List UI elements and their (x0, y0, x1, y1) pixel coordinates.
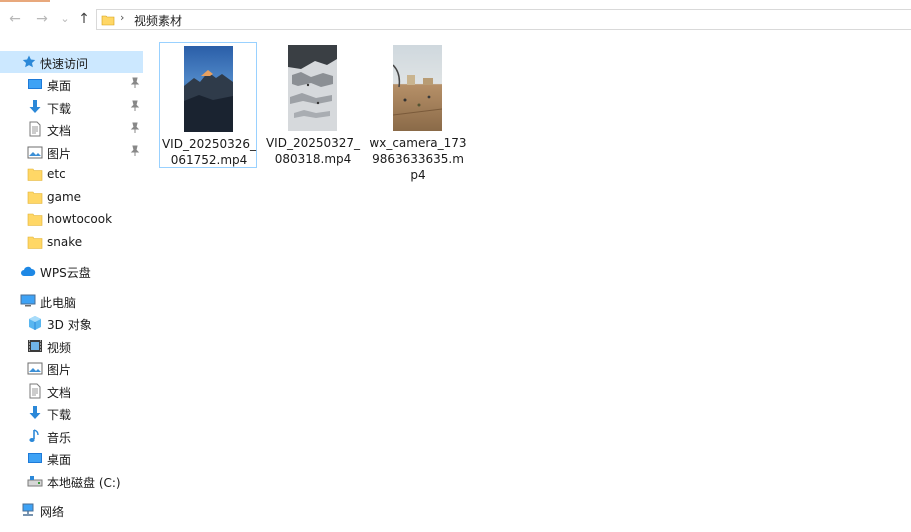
sidebar-item-this-pc[interactable]: 此电脑 (0, 290, 143, 312)
back-button[interactable]: ← (6, 10, 24, 28)
file-name-label: wx_camera_1739863633635.mp4 (369, 136, 467, 182)
sidebar-item-pc-documents[interactable]: 文档 (0, 380, 143, 402)
sidebar-item-local-disk-c[interactable]: 本地磁盘 (C:) (0, 470, 143, 492)
file-list-view: VID_20250326_061752.mp4 VID_20250327_080… (150, 36, 911, 532)
folder-icon (27, 211, 43, 227)
breadcrumb-current-folder[interactable]: 视频素材 (134, 12, 182, 29)
music-note-icon (27, 428, 43, 444)
pin-icon[interactable] (129, 122, 141, 134)
video-film-icon (27, 338, 43, 354)
sidebar-item-label: 音乐 (47, 431, 72, 445)
download-arrow-icon (27, 99, 43, 115)
sidebar-item-label: 视频 (47, 341, 72, 355)
file-tile-wx-camera[interactable]: wx_camera_1739863633635.mp4 (369, 42, 467, 182)
download-arrow-icon (27, 405, 43, 421)
folder-icon (27, 166, 43, 182)
sidebar-item-label: 快速访问 (40, 57, 89, 71)
sidebar-item-etc[interactable]: etc (0, 163, 143, 185)
file-tile-vid-20250326[interactable]: VID_20250326_061752.mp4 (159, 42, 257, 168)
document-icon (27, 121, 43, 137)
sidebar-item-label: 图片 (47, 147, 72, 161)
sidebar-item-label: 本地磁盘 (C:) (47, 476, 121, 490)
video-thumbnail (184, 46, 233, 132)
cloud-icon (20, 263, 36, 279)
sidebar-item-wps-cloud[interactable]: WPS云盘 (0, 260, 143, 282)
sidebar-item-game[interactable]: game (0, 186, 143, 208)
sidebar-item-label: 文档 (47, 386, 72, 400)
sidebar-item-snake[interactable]: snake (0, 231, 143, 253)
sidebar-item-network[interactable]: 网络 (0, 499, 143, 521)
sidebar-item-videos[interactable]: 视频 (0, 335, 143, 357)
file-name-label: VID_20250326_061752.mp4 (161, 137, 257, 167)
file-name-label: VID_20250327_080318.mp4 (265, 136, 361, 166)
desktop-icon (27, 76, 43, 92)
file-tile-vid-20250327[interactable]: VID_20250327_080318.mp4 (264, 42, 362, 168)
document-icon (27, 383, 43, 399)
picture-icon (27, 360, 43, 376)
sidebar-item-label: 图片 (47, 363, 72, 377)
sidebar-item-label: 网络 (40, 505, 65, 519)
video-thumbnail (288, 45, 337, 131)
pin-icon[interactable] (129, 77, 141, 89)
sidebar-item-label: howtocook (47, 212, 113, 226)
sidebar-item-label: etc (47, 167, 66, 181)
computer-icon (20, 293, 36, 309)
sidebar-item-label: game (47, 190, 82, 204)
sidebar-item-label: WPS云盘 (40, 266, 91, 280)
sidebar-item-pc-pictures[interactable]: 图片 (0, 357, 143, 379)
video-thumbnail (393, 45, 442, 131)
sidebar-item-label: 此电脑 (40, 296, 77, 310)
sidebar-item-downloads[interactable]: 下载 (0, 96, 143, 118)
sidebar-item-label: 下载 (47, 408, 72, 422)
cube-3d-icon (27, 315, 43, 331)
navigation-pane: 快速访问 桌面 下载 文档 图片 etc game howtocook snak… (0, 44, 150, 532)
sidebar-item-pc-downloads[interactable]: 下载 (0, 402, 143, 424)
sidebar-item-documents[interactable]: 文档 (0, 118, 143, 140)
sidebar-item-pc-desktop[interactable]: 桌面 (0, 447, 143, 469)
pin-icon[interactable] (129, 100, 141, 112)
star-icon (21, 54, 37, 70)
folder-icon (27, 234, 43, 250)
sidebar-item-music[interactable]: 音乐 (0, 425, 143, 447)
network-icon (20, 502, 36, 518)
picture-icon (27, 144, 43, 160)
sidebar-item-pictures[interactable]: 图片 (0, 141, 143, 163)
forward-button[interactable]: → (33, 10, 51, 28)
breadcrumb-separator-icon[interactable]: › (120, 11, 124, 24)
sidebar-item-label: 文档 (47, 124, 72, 138)
sidebar-item-label: 桌面 (47, 79, 72, 93)
hard-drive-icon (27, 473, 43, 489)
sidebar-item-desktop[interactable]: 桌面 (0, 73, 143, 95)
up-button[interactable]: ↑ (75, 10, 93, 28)
sidebar-item-label: snake (47, 235, 83, 249)
sidebar-item-howtocook[interactable]: howtocook (0, 208, 143, 230)
sidebar-item-quick-access[interactable]: 快速访问 (0, 51, 143, 73)
sidebar-item-label: 下载 (47, 102, 72, 116)
address-bar[interactable]: › 视频素材 (96, 9, 911, 30)
sidebar-item-3d-objects[interactable]: 3D 对象 (0, 312, 143, 334)
folder-icon (27, 189, 43, 205)
sidebar-item-label: 桌面 (47, 453, 72, 467)
desktop-icon (27, 450, 43, 466)
navigation-bar: ← → ⌄ ↑ › 视频素材 (0, 2, 911, 36)
sidebar-item-label: 3D 对象 (47, 318, 92, 332)
recent-locations-dropdown[interactable]: ⌄ (56, 10, 74, 28)
folder-icon (101, 13, 115, 30)
pin-icon[interactable] (129, 145, 141, 157)
